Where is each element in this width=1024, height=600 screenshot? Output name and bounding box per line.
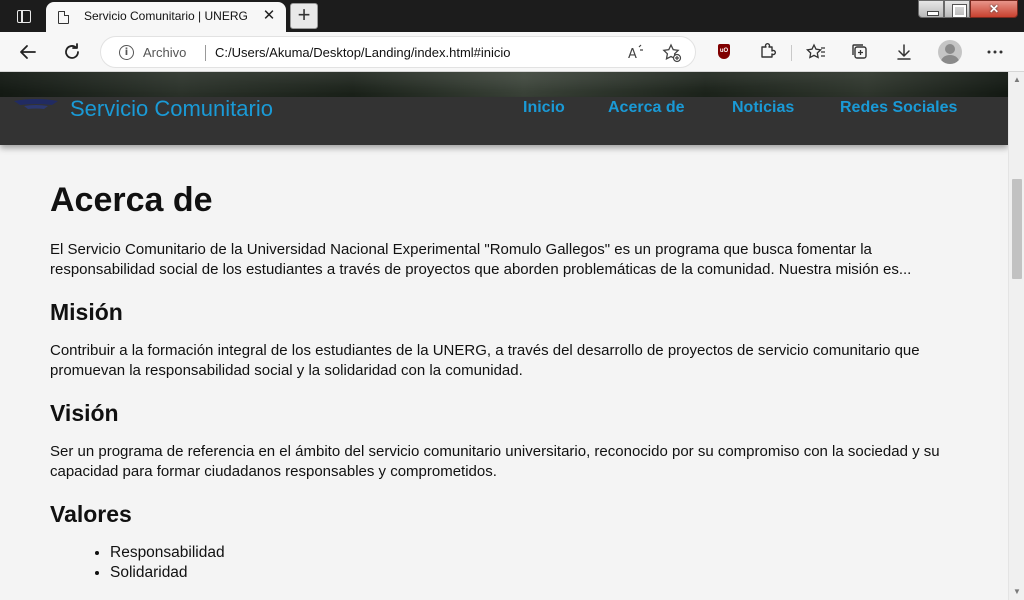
list-item: Responsabilidad bbox=[110, 543, 970, 563]
vision-paragraph: Ser un programa de referencia en el ámbi… bbox=[50, 443, 940, 480]
new-tab-button[interactable]: + bbox=[290, 3, 318, 29]
page-scrollbar[interactable]: ▲ ▼ bbox=[1008, 72, 1024, 600]
site-info-icon[interactable]: i bbox=[119, 45, 134, 60]
scroll-up-icon[interactable]: ▲ bbox=[1009, 74, 1024, 86]
site-header: Servicio Comunitario Inicio Acerca de No… bbox=[0, 96, 1008, 145]
collections-icon[interactable] bbox=[846, 38, 874, 66]
reload-icon[interactable] bbox=[58, 38, 86, 66]
browser-tab[interactable]: Servicio Comunitario | UNERG ✕ bbox=[46, 2, 286, 32]
about-section: Acerca de El Servicio Comunitario de la … bbox=[50, 180, 970, 582]
favorites-icon[interactable] bbox=[802, 38, 830, 66]
address-url[interactable]: C:/Users/Akuma/Desktop/Landing/index.htm… bbox=[215, 45, 511, 60]
mision-paragraph: Contribuir a la formación integral de lo… bbox=[50, 342, 920, 379]
extensions-icon[interactable] bbox=[753, 38, 781, 66]
address-bar[interactable]: i Archivo C:/Users/Akuma/Desktop/Landing… bbox=[100, 36, 696, 68]
address-separator bbox=[205, 45, 206, 61]
list-item: Solidaridad bbox=[110, 563, 970, 583]
valores-list: Responsabilidad Solidaridad bbox=[50, 543, 970, 582]
valores-heading: Valores bbox=[50, 501, 132, 527]
add-favorite-icon[interactable] bbox=[661, 42, 683, 64]
back-arrow-icon[interactable] bbox=[14, 38, 42, 66]
nav-link-redes-sociales[interactable]: Redes Sociales bbox=[840, 99, 957, 117]
site-title[interactable]: Servicio Comunitario bbox=[70, 96, 273, 122]
hero-background-image bbox=[0, 72, 1008, 98]
nav-link-noticias[interactable]: Noticias bbox=[732, 99, 794, 117]
maximize-button[interactable] bbox=[944, 0, 970, 18]
vision-heading: Visión bbox=[50, 400, 119, 426]
toolbar-divider bbox=[791, 45, 792, 61]
browser-toolbar: i Archivo C:/Users/Akuma/Desktop/Landing… bbox=[0, 32, 1024, 72]
nav-link-inicio[interactable]: Inicio bbox=[523, 99, 565, 117]
read-aloud-icon[interactable]: A bbox=[625, 42, 647, 64]
svg-text:A: A bbox=[628, 47, 637, 62]
close-window-button[interactable]: ✕ bbox=[970, 0, 1018, 18]
nav-link-acerca-de[interactable]: Acerca de bbox=[608, 99, 685, 117]
tab-close-icon[interactable]: ✕ bbox=[260, 7, 278, 25]
minimize-button[interactable] bbox=[918, 0, 944, 18]
downloads-icon[interactable] bbox=[890, 38, 918, 66]
address-origin: Archivo bbox=[143, 45, 187, 60]
page-viewport: Servicio Comunitario Inicio Acerca de No… bbox=[0, 72, 1008, 600]
page-icon bbox=[58, 11, 69, 24]
ublock-origin-icon[interactable]: uO bbox=[709, 38, 737, 66]
profile-avatar[interactable] bbox=[938, 40, 962, 64]
scroll-down-icon[interactable]: ▼ bbox=[1009, 586, 1024, 598]
tab-actions-icon[interactable] bbox=[10, 6, 38, 28]
browser-titlebar: Servicio Comunitario | UNERG ✕ + ✕ bbox=[0, 0, 1024, 32]
site-logo[interactable] bbox=[14, 99, 58, 113]
mision-heading: Misión bbox=[50, 299, 123, 325]
section-heading: Acerca de bbox=[50, 181, 213, 219]
more-menu-icon[interactable] bbox=[981, 38, 1009, 66]
tab-title: Servicio Comunitario | UNERG bbox=[84, 9, 248, 23]
intro-paragraph: El Servicio Comunitario de la Universida… bbox=[50, 241, 912, 278]
scrollbar-thumb[interactable] bbox=[1012, 179, 1022, 279]
